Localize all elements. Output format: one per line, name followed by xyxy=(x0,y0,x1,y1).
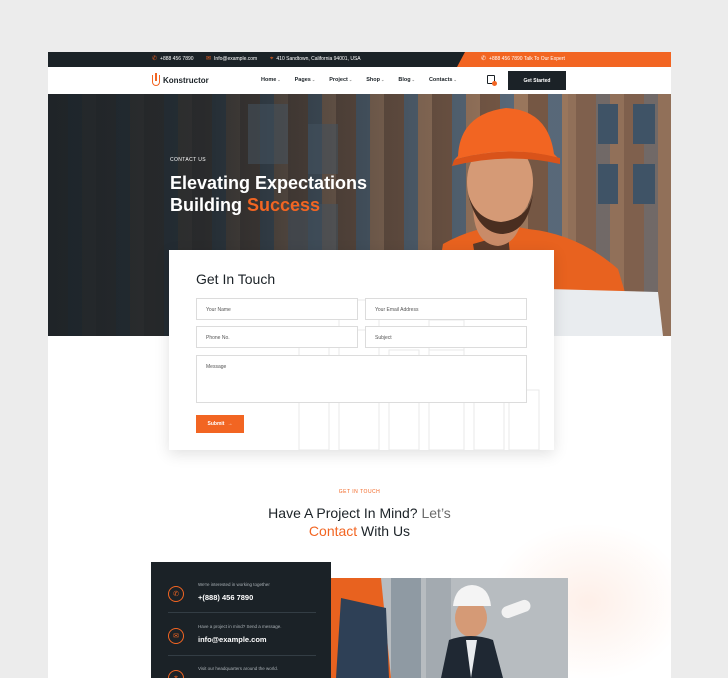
page: ✆ +888 456 7890 ✉ Info@example.com ⌖ 410… xyxy=(48,52,671,678)
submit-button[interactable]: Submit → xyxy=(196,415,244,433)
nav-item-project[interactable]: Project⌄ xyxy=(329,77,352,83)
expert-call[interactable]: ✆ +888 456 7890 Talk To Our Expert xyxy=(481,56,565,62)
email-field[interactable]: Your Email Address xyxy=(365,298,527,320)
phone-icon: ✆ xyxy=(152,56,158,62)
subject-field[interactable]: Subject xyxy=(365,326,527,348)
nav-menu: Home⌄ Pages⌄ Project⌄ Shop⌄ Blog⌄ Contac… xyxy=(261,77,457,83)
divider xyxy=(168,655,316,656)
section-title-accent: Contact xyxy=(308,523,358,539)
topbar-address: ⌖ 410 Sandtown, California 94001, USA xyxy=(270,56,361,62)
nav-item-home[interactable]: Home⌄ xyxy=(261,77,281,83)
section-subtitle: GET IN TOUCH xyxy=(338,489,381,495)
nav-item-blog[interactable]: Blog⌄ xyxy=(398,77,415,83)
hero-title: Elevating Expectations Building Success xyxy=(170,173,368,215)
main-navigation: Konstructor Home⌄ Pages⌄ Project⌄ Shop⌄ … xyxy=(48,67,671,94)
nav-item-shop[interactable]: Shop⌄ xyxy=(366,77,384,83)
contact-form-card: Get In Touch Your Name Your Email Addres… xyxy=(169,250,554,450)
logo-icon xyxy=(152,73,160,86)
mail-icon: ✉ xyxy=(206,56,212,62)
arrow-right-icon: → xyxy=(227,421,233,427)
engineer-illustration xyxy=(331,578,568,678)
location-icon: ⌖ xyxy=(168,670,184,678)
site-logo[interactable]: Konstructor xyxy=(152,73,209,86)
hero-title-accent: Success xyxy=(246,195,321,215)
contact-info-panel: ✆ We're interested in working together +… xyxy=(151,562,331,678)
expert-banner: ✆ +888 456 7890 Talk To Our Expert xyxy=(457,52,671,67)
message-field[interactable]: Message xyxy=(196,355,527,403)
form-title: Get In Touch xyxy=(196,271,276,287)
nav-item-contacts[interactable]: Contacts⌄ xyxy=(429,77,457,83)
mail-icon: ✉ xyxy=(168,628,184,644)
topbar-email[interactable]: ✉ Info@example.com xyxy=(206,56,257,62)
phone-icon: ✆ xyxy=(168,586,184,602)
hero-subtitle: CONTACT US xyxy=(170,157,207,163)
get-started-button[interactable]: Get Started xyxy=(508,71,566,90)
location-icon: ⌖ xyxy=(270,56,274,62)
engineer-photo xyxy=(331,578,568,678)
hero-building-window xyxy=(308,124,338,174)
hero-building-window xyxy=(248,104,288,164)
section-title: Have A Project In Mind? Let’s Contact Wi… xyxy=(268,505,451,539)
nav-item-pages[interactable]: Pages⌄ xyxy=(295,77,316,83)
divider xyxy=(168,612,316,613)
top-bar: ✆ +888 456 7890 ✉ Info@example.com ⌖ 410… xyxy=(48,52,671,67)
name-field[interactable]: Your Name xyxy=(196,298,358,320)
topbar-phone[interactable]: ✆ +888 456 7890 xyxy=(152,56,194,62)
headset-icon: ✆ xyxy=(481,56,487,62)
cart-icon[interactable] xyxy=(487,75,497,86)
cart-badge xyxy=(492,81,497,86)
phone-field[interactable]: Phone No. xyxy=(196,326,358,348)
